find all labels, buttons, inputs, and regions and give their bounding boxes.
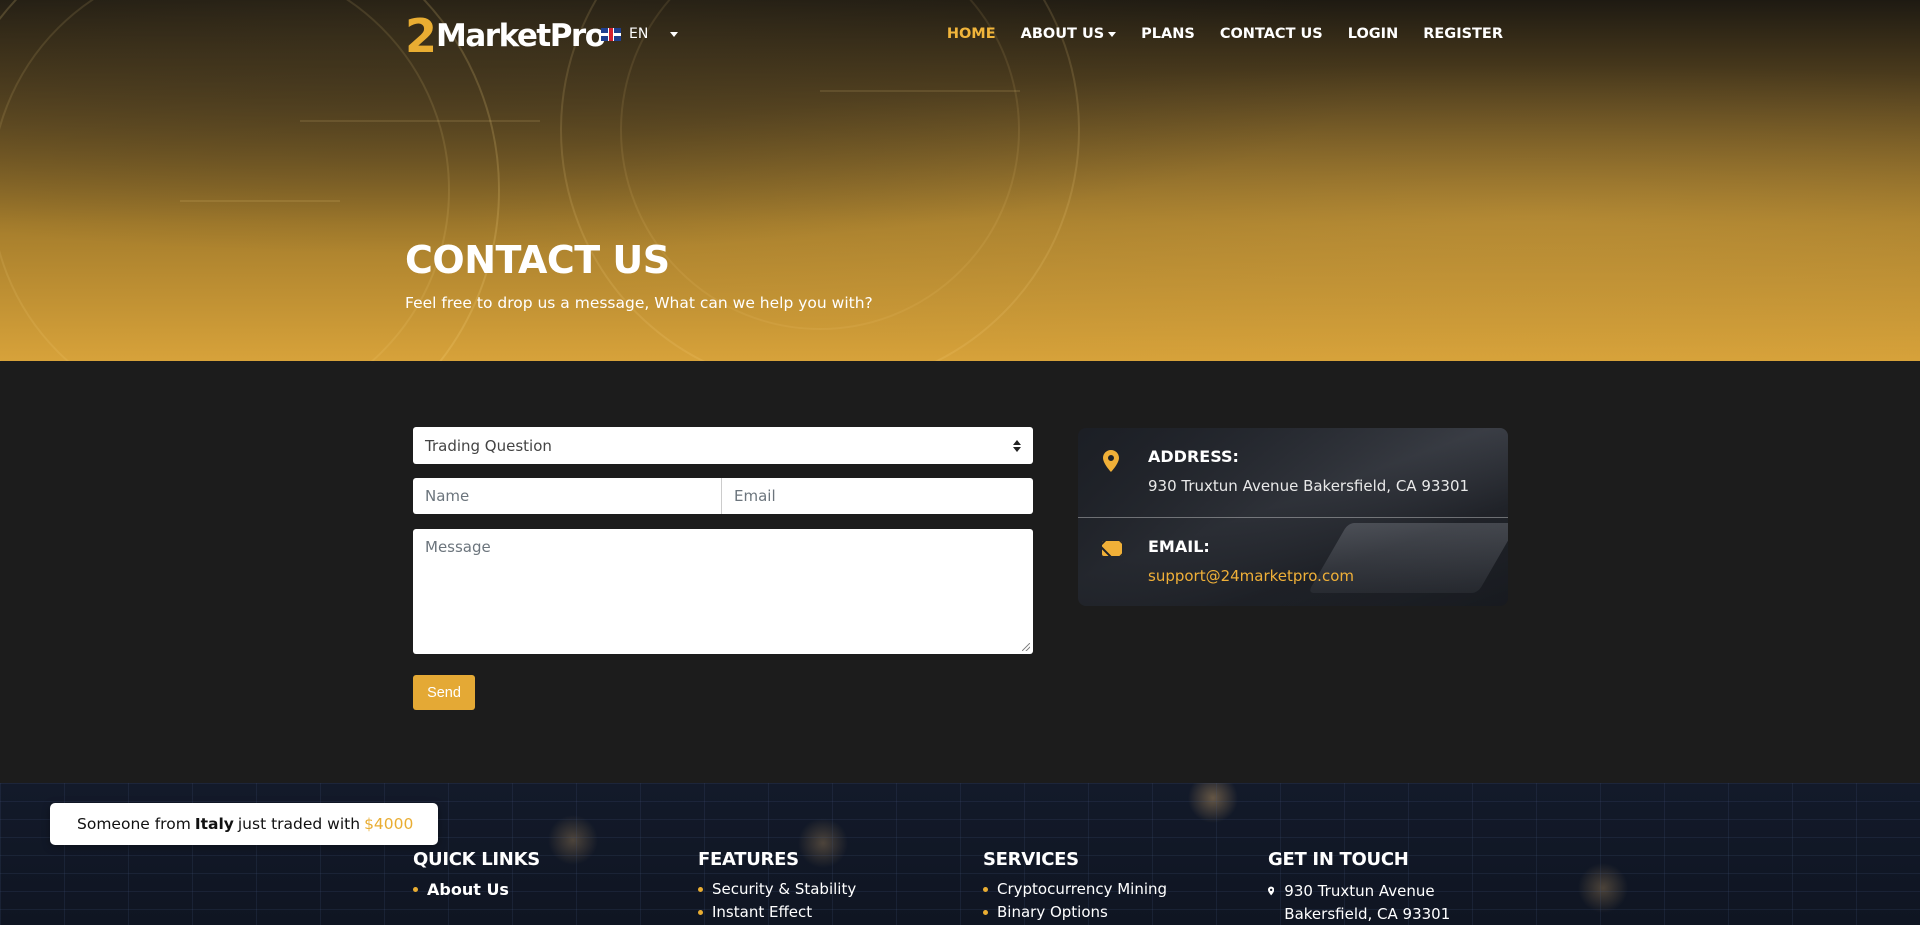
- footer-get-in-touch-title: GET IN TOUCH: [1268, 849, 1409, 870]
- page-title: CONTACT US: [405, 238, 670, 282]
- select-arrows-icon: [1013, 439, 1021, 452]
- footer-features: FEATURES Security & Stability Instant Ef…: [698, 849, 856, 924]
- chevron-down-icon: [1108, 31, 1117, 37]
- language-selector[interactable]: EN: [601, 26, 679, 42]
- logo-text: MarketPro: [436, 18, 606, 54]
- footer-service-item[interactable]: Cryptocurrency Mining: [983, 878, 1167, 901]
- card-divider: [1078, 517, 1508, 518]
- footer-address: 930 Truxtun Avenue Bakersfield, CA 93301: [1284, 882, 1451, 923]
- footer-services: SERVICES Cryptocurrency Mining Binary Op…: [983, 849, 1167, 924]
- contact-info-card: ADDRESS: 930 Truxtun Avenue Bakersfield,…: [1078, 428, 1508, 606]
- nav-login[interactable]: LOGIN: [1348, 26, 1398, 42]
- circuit-line: [300, 120, 540, 122]
- map-pin-icon: [1268, 886, 1275, 896]
- envelope-icon: [1102, 541, 1122, 556]
- contact-form: Trading Question Name Email Message Send: [413, 427, 1033, 710]
- topic-select-value: Trading Question: [425, 436, 552, 455]
- footer-service-item[interactable]: Binary Options: [983, 901, 1167, 924]
- nav-home[interactable]: HOME: [947, 26, 996, 42]
- name-placeholder: Name: [425, 487, 470, 505]
- footer-quick-links-title: QUICK LINKS: [413, 849, 540, 870]
- nav-register-label: REGISTER: [1423, 26, 1503, 42]
- map-pin-icon: [1103, 450, 1119, 472]
- nav-home-label: HOME: [946, 26, 996, 42]
- toast-amount: $4000: [364, 815, 414, 833]
- footer-feature-item[interactable]: Instant Effect: [698, 901, 856, 924]
- language-code: EN: [629, 26, 649, 42]
- circuit-line: [820, 90, 1020, 92]
- nav-about-us[interactable]: ABOUT US: [1021, 26, 1117, 42]
- toast-middle: just traded with: [237, 815, 361, 833]
- circuit-line: [180, 200, 340, 202]
- footer-services-title: SERVICES: [983, 849, 1079, 870]
- footer-link-about-us[interactable]: About Us: [413, 878, 540, 901]
- email-placeholder: Email: [734, 487, 776, 505]
- page-subtitle: Feel free to drop us a message, What can…: [405, 294, 873, 312]
- nav-plans-label: PLANS: [1141, 26, 1195, 42]
- email-block: EMAIL: support@24marketpro.com: [1148, 537, 1354, 585]
- message-placeholder: Message: [425, 538, 491, 556]
- top-navbar: 2 MarketPro EN HOME ABOUT US PLANS CONTA…: [0, 0, 1920, 72]
- topic-select[interactable]: Trading Question: [413, 427, 1033, 464]
- message-textarea[interactable]: Message: [413, 529, 1033, 654]
- send-button[interactable]: Send: [413, 675, 475, 710]
- toast-prefix: Someone from: [77, 815, 191, 833]
- footer-feature-item[interactable]: Security & Stability: [698, 878, 856, 901]
- main-menu: HOME ABOUT US PLANS CONTACT US LOGIN REG…: [947, 26, 1503, 42]
- uk-flag-icon: [601, 27, 621, 41]
- nav-register[interactable]: REGISTER: [1423, 26, 1503, 42]
- nav-about-us-label: ABOUT US: [1020, 26, 1105, 42]
- name-input[interactable]: Name: [413, 478, 722, 514]
- footer-get-in-touch: GET IN TOUCH 930 Truxtun Avenue Bakersfi…: [1268, 849, 1468, 925]
- resize-handle-icon[interactable]: [1022, 643, 1030, 651]
- toast-country: Italy: [194, 815, 234, 833]
- chevron-down-icon: [670, 31, 679, 37]
- email-input[interactable]: Email: [722, 478, 1033, 514]
- address-block: ADDRESS: 930 Truxtun Avenue Bakersfield,…: [1148, 447, 1469, 495]
- brand-logo[interactable]: 2 MarketPro: [405, 9, 606, 63]
- footer-quick-links: QUICK LINKS About Us: [413, 849, 540, 901]
- footer-features-title: FEATURES: [698, 849, 799, 870]
- address-label: ADDRESS:: [1148, 447, 1239, 466]
- footer-address-row: 930 Truxtun Avenue Bakersfield, CA 93301: [1268, 880, 1468, 925]
- email-label: EMAIL:: [1148, 537, 1210, 556]
- nav-contact-us[interactable]: CONTACT US: [1220, 26, 1323, 42]
- email-link[interactable]: support@24marketpro.com: [1148, 567, 1354, 585]
- nav-login-label: LOGIN: [1347, 26, 1399, 42]
- trade-notification-toast[interactable]: Someone from Italy just traded with $400…: [50, 803, 438, 845]
- nav-contact-us-label: CONTACT US: [1219, 26, 1323, 42]
- address-value: 930 Truxtun Avenue Bakersfield, CA 93301: [1148, 477, 1470, 495]
- logo-number: 2: [405, 9, 437, 63]
- nav-plans[interactable]: PLANS: [1141, 26, 1195, 42]
